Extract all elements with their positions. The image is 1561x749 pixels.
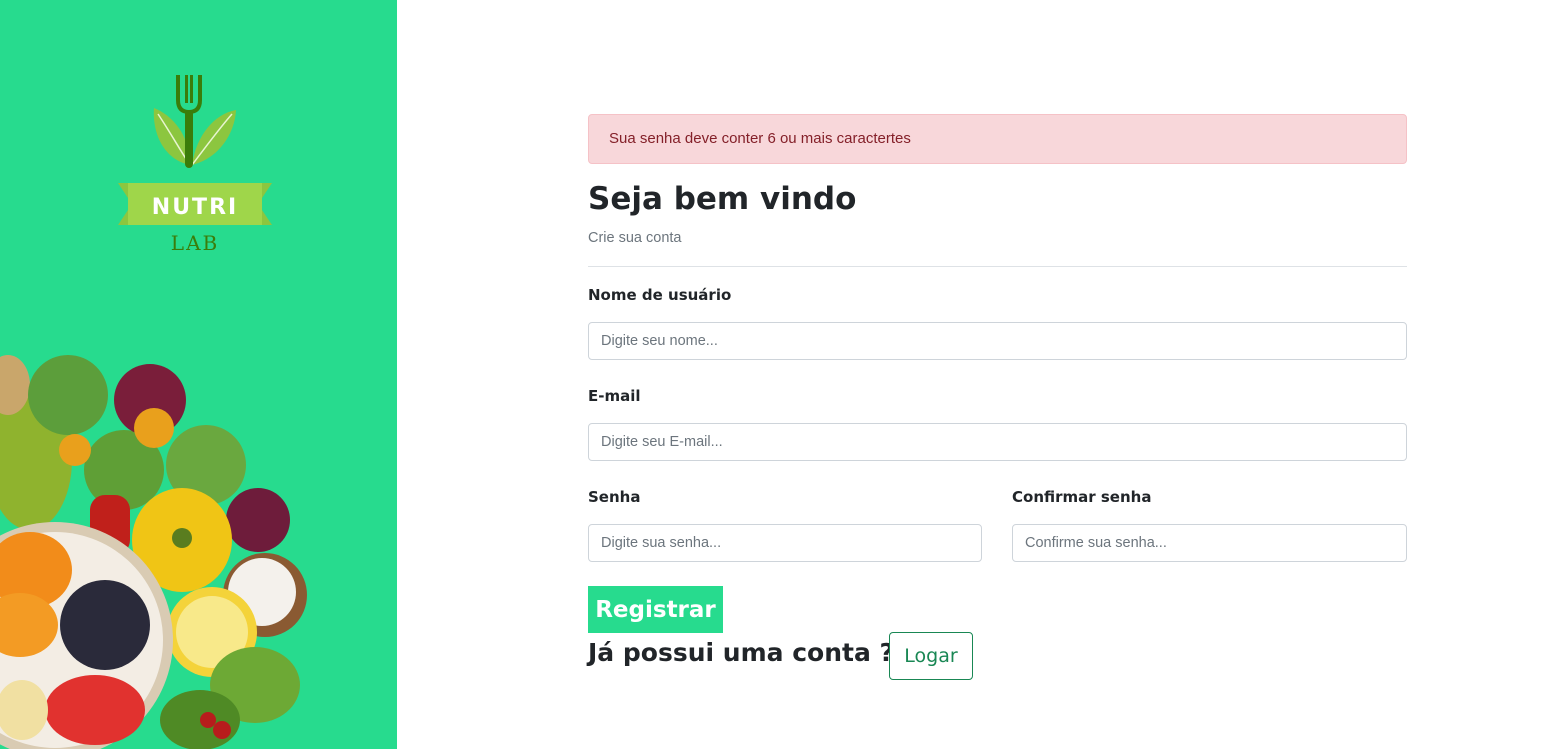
email-label: E-mail — [588, 387, 641, 405]
page-subtitle: Crie sua conta — [588, 230, 682, 246]
username-input[interactable] — [588, 322, 1407, 360]
password-input[interactable] — [588, 524, 982, 562]
logo-text-lab: LAB — [171, 231, 219, 255]
divider — [588, 266, 1407, 267]
register-button[interactable]: Registrar — [588, 586, 723, 633]
logo-text-nutri: NUTRI — [152, 195, 238, 220]
error-alert-message: Sua senha deve conter 6 ou mais caracter… — [609, 130, 911, 147]
confirm-password-label: Confirmar senha — [1012, 488, 1152, 506]
password-label: Senha — [588, 488, 641, 506]
confirm-password-input[interactable] — [1012, 524, 1407, 562]
error-alert: Sua senha deve conter 6 ou mais caracter… — [588, 114, 1407, 164]
vegetables-image — [0, 355, 307, 749]
sidebar: NUTRI LAB — [0, 0, 397, 749]
page-title: Seja bem vindo — [588, 181, 857, 217]
email-input[interactable] — [588, 423, 1407, 461]
login-button[interactable]: Logar — [889, 632, 973, 680]
username-label: Nome de usuário — [588, 286, 732, 304]
has-account-text: Já possui uma conta ? — [588, 638, 895, 667]
nutrilab-logo: NUTRI LAB — [118, 75, 272, 255]
